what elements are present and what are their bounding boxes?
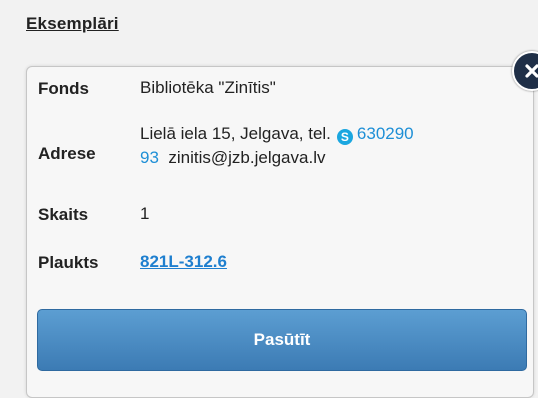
address-label: Adrese bbox=[38, 144, 96, 163]
count-value: 1 bbox=[140, 204, 150, 223]
address-value: Lielā iela 15, Jelgava, tel. S 630290 93 z… bbox=[140, 122, 520, 170]
section-title[interactable]: Eksemplāri bbox=[26, 14, 119, 34]
fonds-label: Fonds bbox=[38, 79, 89, 98]
phone-link-cont[interactable]: 93 bbox=[140, 148, 159, 167]
phone-link[interactable]: 630290 bbox=[357, 124, 414, 143]
fonds-value: Bibliotēka "Zinītis" bbox=[140, 78, 276, 97]
email-text: zinitis@jzb.jelgava.lv bbox=[168, 148, 326, 167]
shelf-link[interactable]: 821L-312.6 bbox=[140, 252, 227, 271]
shelf-label: Plaukts bbox=[38, 253, 99, 272]
shelf-value-wrap: 821L-312.6 bbox=[140, 250, 227, 274]
skype-icon[interactable]: S bbox=[336, 129, 353, 145]
count-label: Skaits bbox=[38, 205, 89, 224]
close-icon bbox=[523, 62, 538, 80]
address-line: Lielā iela 15, Jelgava, tel. bbox=[140, 124, 331, 143]
order-button[interactable]: Pasūtīt bbox=[37, 309, 527, 371]
